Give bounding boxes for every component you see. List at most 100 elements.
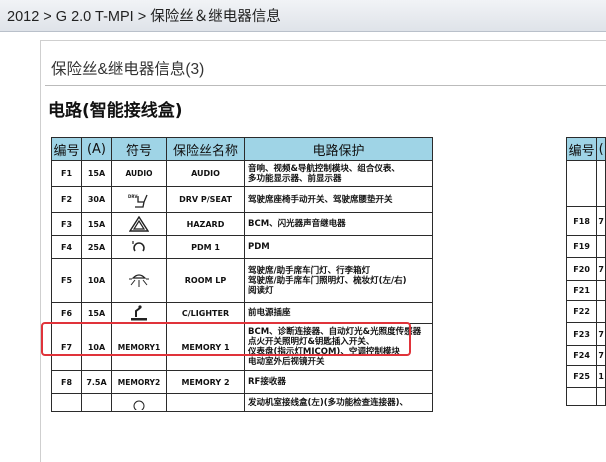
fuse-amp: 7.5A bbox=[81, 370, 112, 394]
fuse-amp: 10A bbox=[81, 323, 112, 371]
fuse-symbol: MEMORY2 bbox=[111, 370, 167, 394]
fuse-amp: 10A bbox=[81, 258, 112, 303]
fuse-name: HAZARD bbox=[166, 212, 245, 236]
fuse-amp bbox=[596, 160, 606, 207]
fuse-symbol: MEMORY1 bbox=[111, 323, 167, 371]
header-num: 编号 bbox=[51, 137, 82, 161]
fuse-number: F3 bbox=[51, 212, 82, 236]
fuse-number bbox=[51, 393, 82, 412]
header-symbol: 符号 bbox=[111, 137, 167, 161]
table-row: F4 25A PDM 1 PDM bbox=[51, 235, 433, 259]
circuit-protection: PDM bbox=[244, 235, 433, 259]
fuse-amp bbox=[596, 387, 606, 406]
circuit-protection: 驾驶席座椅手动开关、驾驶席腰垫开关 bbox=[244, 186, 433, 213]
circuit-protection: BCM、诊断连接器、自动灯光&光照度传感器 点火开关照明灯&钥匙插入开关、 仪表… bbox=[244, 323, 433, 371]
table-row: F2 30A DRV DRV P/SEAT 驾驶席座椅手动开关、驾驶席腰垫开关 bbox=[51, 186, 433, 213]
fuse-number: F24 bbox=[565, 345, 598, 366]
circuit-protection: BCM、闪光器声音继电器 bbox=[244, 212, 433, 236]
fuse-number: F22 bbox=[565, 300, 598, 323]
fuse-number: F4 bbox=[51, 235, 82, 259]
fuse-amp: 15A bbox=[81, 212, 112, 236]
subtitle: 电路(智能接线盒) bbox=[48, 101, 183, 121]
circuit-protection: 发动机室接线盒(左)(多功能检查连接器)、 bbox=[244, 393, 433, 412]
cigar-lighter-icon bbox=[113, 304, 166, 322]
table-row: F7 10A MEMORY1 MEMORY 1 BCM、诊断连接器、自动灯光&光照度传感… bbox=[51, 323, 433, 371]
table-row: F8 7.5A MEMORY2 MEMORY 2 RF接收器 bbox=[51, 370, 433, 394]
section-divider bbox=[45, 85, 606, 86]
fuse-amp: 25A bbox=[81, 235, 112, 259]
circuit-protection: 音响、视频&导航控制模块、组合仪表、 多功能显示器、前显示器 bbox=[244, 160, 433, 187]
fuse-name: C/LIGHTER bbox=[166, 302, 245, 324]
fuse-number: F7 bbox=[51, 323, 82, 371]
fuse-name: PDM 1 bbox=[166, 235, 245, 259]
fuse-number: F1 bbox=[51, 160, 82, 187]
table-row: F18 7 bbox=[565, 206, 606, 236]
header-num: 编号 bbox=[565, 137, 598, 161]
table-row: F6 15A C/LIGHTER 前电源插座 bbox=[51, 302, 433, 324]
fuse-amp bbox=[596, 300, 606, 323]
fuse-name: AUDIO bbox=[166, 160, 245, 187]
table-row: F19 bbox=[565, 235, 606, 258]
table-row: F3 15A HAZARD BCM、闪光器声音继电器 bbox=[51, 212, 433, 236]
svg-text:DRV: DRV bbox=[128, 194, 138, 199]
fuse-amp: 1 bbox=[596, 365, 606, 388]
fuse-symbol: AUDIO bbox=[111, 160, 167, 187]
fuse-number: F18 bbox=[565, 206, 598, 236]
fuse-name: DRV P/SEAT bbox=[166, 186, 245, 213]
partial-icon bbox=[113, 396, 166, 410]
header-fuse-name: 保险丝名称 bbox=[166, 137, 245, 161]
fuse-name: MEMORY 1 bbox=[166, 323, 245, 371]
hazard-icon bbox=[113, 216, 166, 232]
fuse-table: 编号 (A) 符号 保险丝名称 电路保护 F1 15A AUDIO AUDIO 音响、视… bbox=[51, 137, 433, 412]
top-breadcrumb-bar: 2012 > G 2.0 T-MPI > 保险丝＆继电器信息 bbox=[0, 0, 606, 32]
table-row: F21 bbox=[565, 280, 606, 301]
pdm-icon bbox=[113, 239, 166, 255]
table-header-row: 编号 ( bbox=[565, 137, 606, 161]
fuse-symbol bbox=[111, 393, 167, 412]
fuse-symbol bbox=[111, 258, 167, 303]
fuse-number: F19 bbox=[565, 235, 598, 258]
fuse-number: F2 bbox=[51, 186, 82, 213]
circuit-protection: 前电源插座 bbox=[244, 302, 433, 324]
header-protection: 电路保护 bbox=[244, 137, 433, 161]
fuse-amp bbox=[81, 393, 112, 412]
table-header-row: 编号 (A) 符号 保险丝名称 电路保护 bbox=[51, 137, 433, 161]
circuit-protection: RF接收器 bbox=[244, 370, 433, 394]
fuse-table-continued: 编号 ( F18 7 F19 F20 7 F21 F22 F23 7 F24 7 F25 1 bbox=[565, 137, 606, 406]
fuse-number: F6 bbox=[51, 302, 82, 324]
fuse-name: ROOM LP bbox=[166, 258, 245, 303]
table-row: F22 bbox=[565, 300, 606, 323]
fuse-symbol: DRV bbox=[111, 186, 167, 213]
fuse-amp: 15A bbox=[81, 302, 112, 324]
table-row: F24 7 bbox=[565, 345, 606, 366]
header-amp: (A) bbox=[81, 137, 112, 161]
fuse-symbol bbox=[111, 302, 167, 324]
fuse-number: F21 bbox=[565, 280, 598, 301]
fuse-number: F25 bbox=[565, 365, 598, 388]
room-lamp-icon bbox=[113, 273, 166, 289]
table-row bbox=[565, 160, 606, 207]
fuse-amp: 30A bbox=[81, 186, 112, 213]
fuse-name: MEMORY 2 bbox=[166, 370, 245, 394]
fuse-amp: 7 bbox=[596, 206, 606, 236]
table-row bbox=[565, 387, 606, 406]
fuse-amp: 7 bbox=[596, 322, 606, 346]
section-title: 保险丝&继电器信息(3) bbox=[51, 61, 205, 78]
drv-seat-icon: DRV bbox=[113, 192, 166, 208]
fuse-amp: 7 bbox=[596, 345, 606, 366]
table-row: F25 1 bbox=[565, 365, 606, 388]
fuse-number bbox=[565, 387, 598, 406]
fuse-symbol bbox=[111, 235, 167, 259]
fuse-symbol bbox=[111, 212, 167, 236]
table-row: F1 15A AUDIO AUDIO 音响、视频&导航控制模块、组合仪表、 多功能显示器… bbox=[51, 160, 433, 187]
fuse-amp bbox=[596, 280, 606, 301]
circuit-protection: 驾驶席/助手席车门灯、行李箱灯 驾驶席/助手席车门照明灯、梳妆灯(左/右) 阅读… bbox=[244, 258, 433, 303]
fuse-amp bbox=[596, 235, 606, 258]
fuse-number: F5 bbox=[51, 258, 82, 303]
fuse-amp: 15A bbox=[81, 160, 112, 187]
breadcrumb: 2012 > G 2.0 T-MPI > 保险丝＆继电器信息 bbox=[7, 9, 281, 25]
header-amp: ( bbox=[596, 137, 606, 161]
table-row: 发动机室接线盒(左)(多功能检查连接器)、 bbox=[51, 393, 433, 412]
table-row: F5 10A ROOM LP 驾驶席/助手席车门灯、行李箱灯 驾驶席/助手席车门照明灯… bbox=[51, 258, 433, 303]
table-row: F20 7 bbox=[565, 257, 606, 281]
